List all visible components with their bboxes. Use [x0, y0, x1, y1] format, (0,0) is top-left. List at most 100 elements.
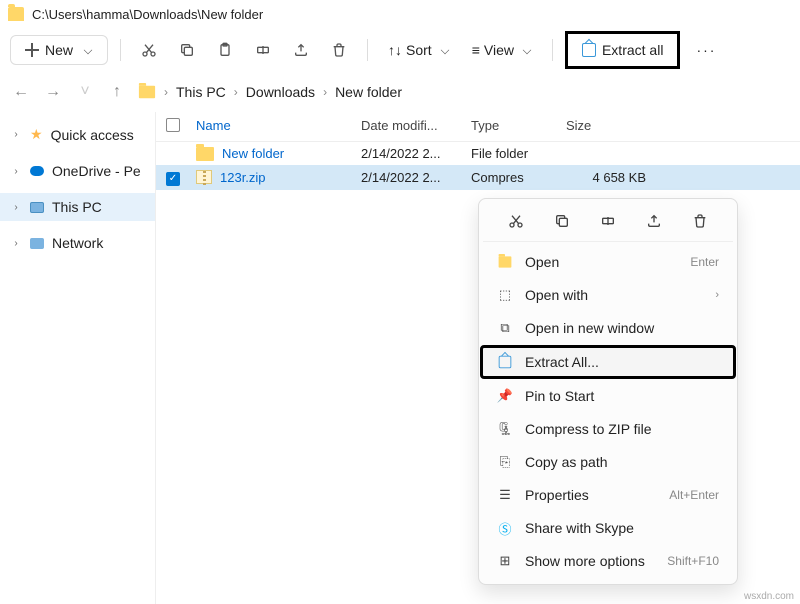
network-icon [30, 238, 44, 249]
chevron-right-icon: › [10, 129, 22, 141]
row-checkbox[interactable]: ✓ [166, 172, 180, 186]
context-open-with[interactable]: ⬚ Open with › [483, 279, 733, 311]
context-open[interactable]: Open Enter [483, 246, 733, 278]
file-row[interactable]: ✓ 123r.zip 2/14/2022 2... Compres 4 658 … [156, 165, 800, 190]
context-menu: Open Enter ⬚ Open with › ⧉ Open in new w… [478, 198, 738, 585]
file-name: New folder [222, 146, 284, 161]
column-name[interactable]: Name [196, 118, 361, 135]
window-icon: ⧉ [497, 320, 513, 336]
delete-button[interactable] [323, 34, 355, 66]
file-size: 4 658 KB [566, 170, 646, 185]
properties-icon: ☰ [497, 487, 513, 503]
copy-icon [179, 42, 195, 58]
pin-icon: 📌 [497, 388, 513, 404]
sidebar: › ★ Quick access › OneDrive - Pe › This … [0, 112, 155, 604]
paste-button[interactable] [209, 34, 241, 66]
copy-path-icon: ⎘ [497, 454, 513, 470]
column-size[interactable]: Size [566, 118, 646, 135]
rename-button[interactable] [598, 211, 618, 231]
titlebar: C:\Users\hamma\Downloads\New folder [0, 0, 800, 28]
sort-icon: ↑↓ [388, 42, 402, 58]
breadcrumb-item[interactable]: Downloads [246, 84, 315, 100]
sidebar-item-this-pc[interactable]: › This PC [0, 193, 155, 221]
file-date: 2/14/2022 2... [361, 170, 471, 185]
up-button[interactable]: ↑ [106, 81, 128, 103]
file-type: Compres [471, 170, 566, 185]
file-date: 2/14/2022 2... [361, 146, 471, 161]
file-row[interactable]: New folder 2/14/2022 2... File folder [156, 142, 800, 165]
cloud-icon [30, 166, 44, 176]
copy-icon [554, 213, 570, 229]
context-properties[interactable]: ☰ Properties Alt+Enter [483, 479, 733, 511]
copy-button[interactable] [552, 211, 572, 231]
extract-all-label: Extract all [602, 42, 663, 58]
copy-button[interactable] [171, 34, 203, 66]
skype-icon: Ⓢ [497, 520, 513, 536]
sidebar-item-network[interactable]: › Network [0, 229, 155, 257]
cut-button[interactable] [506, 211, 526, 231]
trash-icon [692, 213, 708, 229]
breadcrumb[interactable]: › This PC › Downloads › New folder [138, 84, 790, 100]
new-button[interactable]: New [10, 35, 108, 65]
context-extract-all[interactable]: Extract All... [480, 345, 736, 379]
sidebar-item-onedrive[interactable]: › OneDrive - Pe [0, 157, 155, 185]
cut-icon [508, 213, 524, 229]
zip-icon [196, 170, 212, 184]
context-quick-actions [483, 205, 733, 242]
star-icon: ★ [30, 126, 43, 143]
breadcrumb-item[interactable]: New folder [335, 84, 402, 100]
context-open-new-window[interactable]: ⧉ Open in new window [483, 312, 733, 344]
context-pin-to-start[interactable]: 📌 Pin to Start [483, 380, 733, 412]
sidebar-item-quick-access[interactable]: › ★ Quick access [0, 120, 155, 149]
share-button[interactable] [285, 34, 317, 66]
extract-icon [582, 43, 596, 57]
file-type: File folder [471, 146, 566, 161]
sidebar-item-label: Quick access [51, 127, 134, 143]
context-more-options[interactable]: ⊞ Show more options Shift+F10 [483, 545, 733, 577]
context-compress-zip[interactable]: 🗜 Compress to ZIP file [483, 413, 733, 445]
rename-button[interactable] [247, 34, 279, 66]
context-share-skype[interactable]: Ⓢ Share with Skype [483, 512, 733, 544]
extract-all-highlight: Extract all [565, 31, 680, 69]
share-icon [646, 213, 662, 229]
share-icon [293, 42, 309, 58]
chevron-right-icon: › [10, 165, 22, 177]
column-type[interactable]: Type [471, 118, 566, 135]
rename-icon [255, 42, 271, 58]
file-name: 123r.zip [220, 170, 266, 185]
chevron-down-icon [440, 46, 448, 54]
folder-icon [8, 7, 24, 21]
chevron-right-icon: › [10, 237, 22, 249]
navbar: ← → ˅ ↑ › This PC › Downloads › New fold… [0, 72, 800, 112]
chevron-down-icon [523, 46, 531, 54]
chevron-right-icon: › [10, 201, 22, 213]
breadcrumb-item[interactable]: This PC [176, 84, 226, 100]
more-button[interactable]: ··· [686, 42, 726, 58]
column-headers[interactable]: Name Date modifi... Type Size [156, 112, 800, 142]
back-button[interactable]: ← [10, 81, 32, 103]
view-icon: ≡ [472, 42, 480, 58]
compress-icon: 🗜 [497, 421, 513, 437]
context-copy-path[interactable]: ⎘ Copy as path [483, 446, 733, 478]
folder-icon [139, 86, 155, 99]
extract-icon [497, 354, 513, 370]
chevron-down-icon [84, 46, 92, 54]
delete-button[interactable] [690, 211, 710, 231]
up-button[interactable]: ˅ [74, 81, 96, 103]
share-button[interactable] [644, 211, 664, 231]
column-date[interactable]: Date modifi... [361, 118, 471, 135]
select-all-checkbox[interactable] [166, 118, 180, 132]
separator [552, 39, 553, 61]
window-title: C:\Users\hamma\Downloads\New folder [32, 7, 263, 22]
extract-all-button[interactable]: Extract all [570, 36, 675, 64]
open-with-icon: ⬚ [497, 287, 513, 303]
new-label: New [45, 42, 73, 58]
forward-button[interactable]: → [42, 81, 64, 103]
open-icon [497, 254, 513, 270]
sort-label: Sort [406, 42, 432, 58]
cut-button[interactable] [133, 34, 165, 66]
rename-icon [600, 213, 616, 229]
view-button[interactable]: ≡ View [464, 36, 540, 64]
sort-button[interactable]: ↑↓ Sort [380, 36, 458, 64]
more-icon: ⊞ [497, 553, 513, 569]
